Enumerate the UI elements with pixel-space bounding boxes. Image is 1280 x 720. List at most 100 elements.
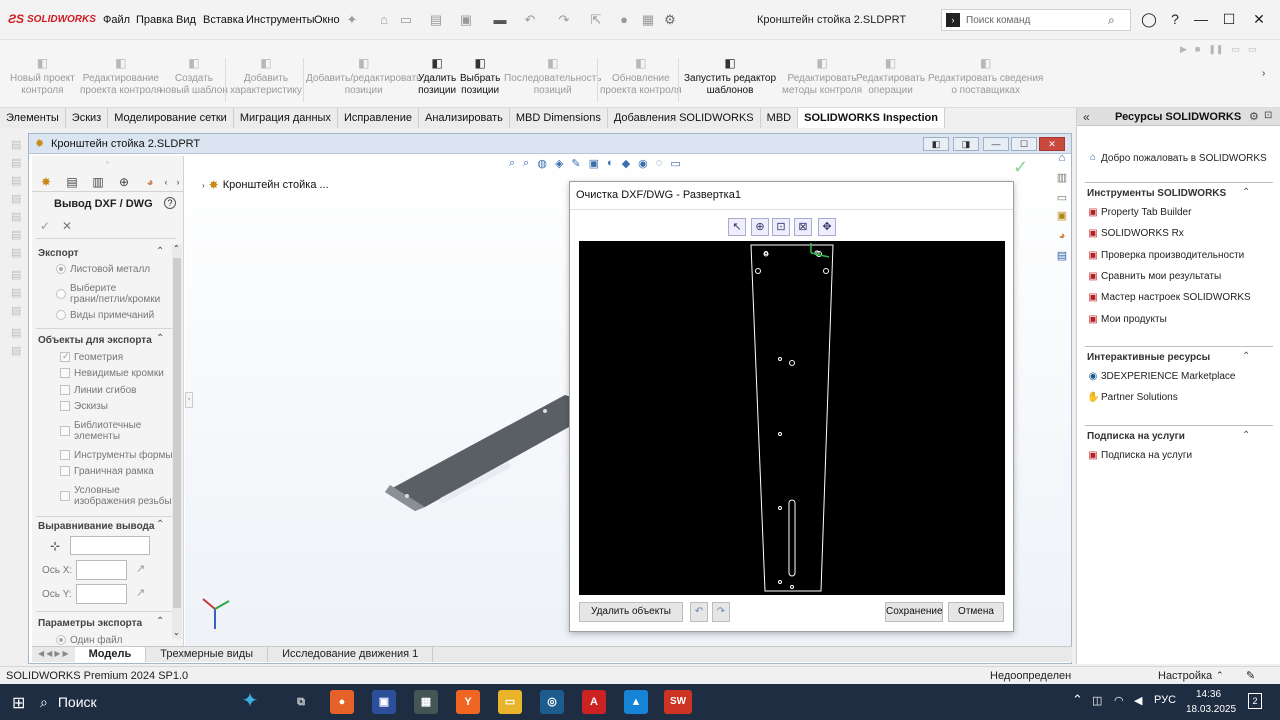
firefox-icon[interactable]: ●	[330, 690, 354, 714]
check-sketches[interactable]: Эскизы	[60, 401, 108, 412]
tab-0[interactable]: Элементы	[0, 108, 66, 128]
pin-icon[interactable]: ⊡	[1264, 110, 1272, 121]
check-bounding-box[interactable]: Граничная рамка	[60, 466, 154, 477]
panel-collapse-handle[interactable]: ◦	[185, 392, 193, 408]
menu-insert[interactable]: Вставка	[203, 14, 244, 26]
radio-annotation-views[interactable]	[56, 310, 66, 320]
configuration-manager-tab-icon[interactable]: ▥	[88, 174, 108, 190]
menu-view[interactable]: Вид	[176, 14, 196, 26]
task-pane-link[interactable]: Property Tab Builder	[1101, 207, 1191, 218]
section-alignment-title[interactable]: Выравнивание вывода	[38, 521, 154, 532]
zoom-fit-icon[interactable]: ⌕	[509, 157, 515, 170]
section-export-title[interactable]: Экспорт	[38, 248, 79, 259]
dimxpert-tab-icon[interactable]: ⊕	[114, 174, 134, 190]
radio-single-file[interactable]	[56, 635, 66, 645]
ribbon-button-12[interactable]: ◧ Редактировать сведения о поставщиках	[928, 56, 1043, 97]
view-tool-icon[interactable]: ▤	[11, 344, 25, 358]
option-sheet-metal[interactable]: Листовой металл	[56, 264, 150, 275]
zoom-area-icon[interactable]: ⌕	[523, 157, 529, 170]
display-style-icon[interactable]: ◐	[607, 157, 614, 170]
scroll-up-icon[interactable]: ⌃	[173, 244, 180, 253]
first-tab-icon[interactable]: ◀	[38, 649, 44, 660]
checkbox[interactable]	[60, 491, 70, 501]
task-pane-link[interactable]: Подписка на услуги	[1101, 450, 1192, 461]
task-pane-link[interactable]: 3DEXPERIENCE Marketplace	[1101, 371, 1236, 382]
stop-icon[interactable]: ■	[1195, 44, 1200, 55]
check-hidden-edges[interactable]: Невидимые кромки	[60, 368, 164, 379]
axis-y-input[interactable]	[76, 584, 127, 604]
view-tool-icon[interactable]: ▤	[11, 268, 25, 282]
previous-view-icon[interactable]: ◍	[537, 157, 547, 170]
view-tool-icon[interactable]: ▤	[11, 246, 25, 260]
property-manager-tab-icon[interactable]: ▤	[62, 174, 82, 190]
home-icon[interactable]: ⌂	[376, 12, 392, 28]
tray-overflow-icon[interactable]: ⌃	[1072, 692, 1083, 708]
yandex-browser-icon[interactable]: Y	[456, 690, 480, 714]
view-palette-icon[interactable]: ▣	[1054, 208, 1070, 224]
option-select-faces[interactable]: Выберите грани/петли/кромки	[56, 283, 160, 305]
view-tool-icon[interactable]: ▤	[11, 138, 25, 152]
task-pane-section-title[interactable]: Подписка на услуги	[1087, 431, 1185, 442]
checkbox[interactable]	[60, 385, 70, 395]
doc-close-button[interactable]: ✕	[1039, 137, 1065, 151]
view-tool-icon[interactable]: ▤	[11, 304, 25, 318]
command-search-box[interactable]: › Поиск команд ⌕	[941, 9, 1131, 31]
tab-7[interactable]: Добавления SOLIDWORKS	[607, 108, 761, 128]
ok-check-icon[interactable]: ✓	[40, 219, 50, 233]
tab-model[interactable]: Модель	[74, 647, 147, 662]
cancel-button[interactable]: Отмена	[948, 602, 1004, 622]
welcome-link[interactable]: Добро пожаловать в SOLIDWORKS	[1101, 153, 1267, 164]
task-pane-link[interactable]: Partner Solutions	[1101, 392, 1178, 403]
view-tool-icon[interactable]: ▤	[11, 286, 25, 300]
tab-2[interactable]: Моделирование сетки	[108, 108, 234, 128]
task-pane-link[interactable]: SOLIDWORKS Rx	[1101, 228, 1184, 239]
view-orientation-icon[interactable]: ▣	[589, 157, 599, 170]
language-indicator[interactable]: РУС	[1154, 694, 1176, 706]
option-annotation-views[interactable]: Виды примечаний	[56, 310, 154, 321]
windows-start-icon[interactable]: ⊞	[12, 693, 25, 713]
file-explorer-icon[interactable]: ▭	[1054, 190, 1070, 206]
panel-icon[interactable]: ▭	[1231, 44, 1240, 55]
axis-x-input[interactable]	[76, 560, 127, 580]
task-view-icon[interactable]: ⧉	[289, 690, 313, 714]
options-gear-icon[interactable]: ⚙	[662, 12, 678, 28]
check-library-features[interactable]: Библиотечные элементы	[60, 420, 141, 442]
cancel-x-icon[interactable]: ✕	[62, 219, 72, 233]
solidworks-taskbar-icon[interactable]: SW	[664, 690, 692, 714]
ribbon-button-7[interactable]: ◧ Последовательность позиций	[504, 56, 601, 97]
file-explorer-icon[interactable]: ▭	[498, 690, 522, 714]
ribbon-button-2[interactable]: ◧ Создать новый шаблон	[160, 56, 228, 97]
wifi-icon[interactable]: ◠	[1114, 694, 1124, 707]
account-icon[interactable]: ◯	[1140, 10, 1158, 28]
design-library-icon[interactable]: ▥	[1054, 170, 1070, 186]
checkbox[interactable]	[60, 450, 70, 460]
network-app-icon[interactable]: ◎	[540, 690, 564, 714]
menu-edit[interactable]: Правка	[136, 14, 173, 26]
print-icon[interactable]: ▬	[492, 12, 508, 28]
notification-badge[interactable]: 2	[1248, 693, 1262, 709]
menu-file[interactable]: Файл	[103, 14, 130, 26]
task-pane-section-title[interactable]: Интерактивные ресурсы	[1087, 352, 1210, 363]
ribbon-button-0[interactable]: ◧ Новый проект контроля	[10, 56, 75, 97]
file-properties-icon[interactable]: ▦	[640, 12, 656, 28]
save-button[interactable]: Сохранение	[885, 602, 943, 622]
radio-sheet-metal[interactable]	[56, 264, 66, 274]
maximize-button[interactable]: ☐	[1220, 10, 1238, 28]
check-geometry[interactable]: Геометрия	[60, 351, 123, 363]
taskbar-search[interactable]: ⌕ Поиск	[40, 684, 190, 720]
chevron-up-icon[interactable]: ⌃	[1242, 187, 1250, 198]
search-icon[interactable]: ⌕	[1108, 13, 1130, 28]
view-tool-icon[interactable]: ▤	[11, 326, 25, 340]
dynamic-annotation-icon[interactable]: ✎	[571, 157, 580, 170]
view-tool-icon[interactable]: ▤	[11, 192, 25, 206]
play-icon[interactable]: ▶	[1180, 44, 1187, 55]
save-icon[interactable]: ▣	[458, 12, 474, 28]
ribbon-button-9[interactable]: ◧ Запустить редактор шаблонов	[684, 56, 776, 97]
volume-icon[interactable]: ◀	[1134, 694, 1142, 707]
ribbon-button-8[interactable]: ◧ Обновление проекта контроля	[600, 56, 682, 97]
tab-6[interactable]: MBD Dimensions	[509, 108, 608, 128]
open-file-icon[interactable]: ▤	[428, 12, 444, 28]
doc-maximize-button[interactable]: ☐	[1011, 137, 1037, 151]
view-tool-icon[interactable]: ▤	[11, 174, 25, 188]
tooltip-icon[interactable]: ✎	[1246, 669, 1255, 682]
